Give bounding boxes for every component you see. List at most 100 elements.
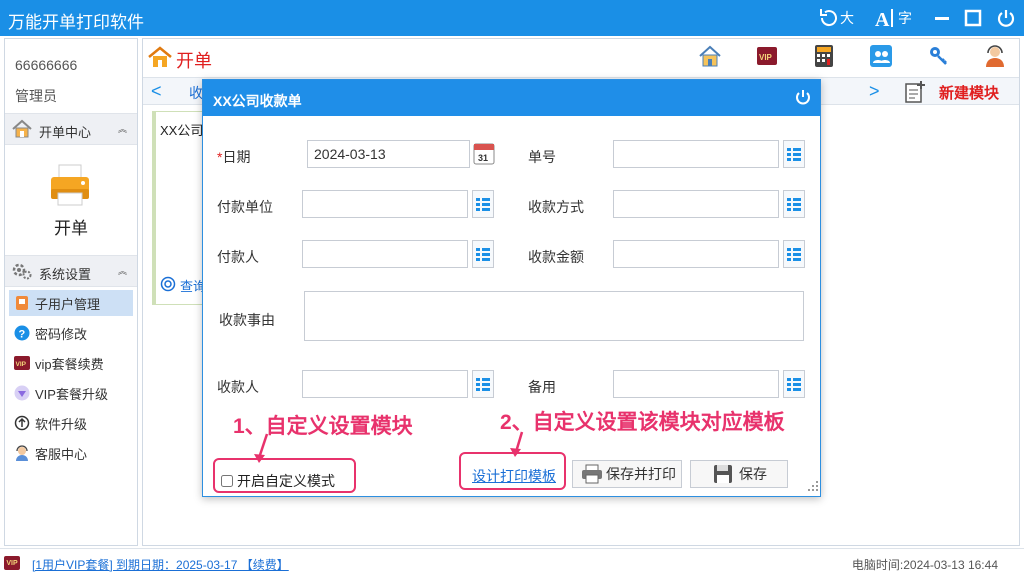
- number-picker-button[interactable]: [783, 140, 805, 168]
- list-icon: [476, 248, 490, 261]
- billing-item[interactable]: 开单: [5, 214, 137, 239]
- sidebar-item-service[interactable]: 客服中心: [9, 440, 133, 466]
- tab-next-icon[interactable]: >: [869, 81, 880, 102]
- section-system-settings[interactable]: 系统设置 ︽: [5, 255, 137, 287]
- sidebar-item-label: VIP套餐升级: [35, 386, 108, 402]
- reason-label: 收款事由: [219, 312, 275, 328]
- sidebar-item-label: 子用户管理: [35, 296, 101, 312]
- custom-mode-label: 开启自定义模式: [237, 473, 335, 489]
- list-icon: [476, 198, 490, 211]
- printer-icon[interactable]: [49, 163, 91, 207]
- user-key-icon[interactable]: [926, 44, 950, 68]
- reason-textarea[interactable]: [304, 291, 804, 341]
- save-button[interactable]: 保存: [690, 460, 788, 488]
- sidebar-item-vip-upgrade[interactable]: VIP套餐升级: [9, 380, 133, 406]
- list-icon: [787, 198, 801, 211]
- status-bar: VIP [1用户VIP套餐] 到期日期：2025-03-17 【续费】 电脑时间…: [0, 548, 1024, 576]
- sidebar-item-sub-user[interactable]: 子用户管理: [9, 290, 133, 316]
- maximize-button[interactable]: [964, 6, 982, 30]
- section-billing-center[interactable]: 开单中心 ︽: [5, 113, 137, 145]
- search-icon[interactable]: [160, 276, 176, 295]
- custom-mode-check[interactable]: [221, 475, 233, 487]
- amount-input[interactable]: [613, 240, 779, 268]
- floppy-icon: [714, 465, 732, 483]
- gear-icon: [11, 260, 33, 285]
- receiver-picker-button[interactable]: [472, 370, 494, 398]
- home-toolbar-icon[interactable]: [698, 44, 722, 68]
- svg-text:31: 31: [478, 153, 488, 163]
- design-template-link[interactable]: 设计打印模板: [472, 466, 556, 486]
- user-role: 管理员: [15, 88, 57, 104]
- title-bar: 万能开单打印软件 大 A 字: [0, 0, 1024, 36]
- sidebar-item-password[interactable]: ? 密码修改: [9, 320, 133, 346]
- user-id: 66666666: [15, 57, 78, 73]
- font-larger-button[interactable]: 大: [818, 6, 854, 30]
- template-card[interactable]: XX公司 查询: [152, 111, 207, 305]
- pay-method-label: 收款方式: [528, 199, 584, 215]
- app-title: 万能开单打印软件: [8, 13, 144, 32]
- section-settings-label: 系统设置: [39, 267, 92, 282]
- calculator-icon[interactable]: [812, 44, 836, 68]
- pay-method-picker-button[interactable]: [783, 190, 805, 218]
- computer-time: 电脑时间:2024-03-13 16:44: [851, 558, 998, 572]
- close-app-button[interactable]: [996, 6, 1016, 30]
- payer-unit-picker-button[interactable]: [472, 190, 494, 218]
- amount-picker-button[interactable]: [783, 240, 805, 268]
- vip-renew-link[interactable]: [1用户VIP套餐] 到期日期：2025-03-17 【续费】: [32, 556, 289, 573]
- save-print-button[interactable]: 保存并打印: [572, 460, 682, 488]
- tab-receipt-partial[interactable]: 收: [189, 83, 203, 103]
- sidebar-item-label: 密码修改: [35, 326, 88, 342]
- chevron-up-icon[interactable]: ︽: [118, 122, 127, 135]
- power-icon[interactable]: [794, 88, 812, 106]
- page-title: 开单: [176, 51, 212, 71]
- tab-prev-icon[interactable]: <: [151, 81, 162, 102]
- service-toolbar-icon[interactable]: [983, 44, 1007, 68]
- receiver-label: 收款人: [217, 379, 259, 395]
- list-icon: [787, 148, 801, 161]
- vip-toolbar-icon[interactable]: VIP: [755, 44, 779, 68]
- remark-label: 备用: [528, 379, 556, 395]
- minimize-button[interactable]: [934, 6, 950, 30]
- amount-label: 收款金额: [528, 249, 584, 265]
- custom-mode-checkbox[interactable]: 开启自定义模式: [221, 471, 335, 491]
- new-template-button[interactable]: 新建模块: [939, 82, 999, 103]
- payer-unit-input[interactable]: [302, 190, 468, 218]
- receiver-input[interactable]: [302, 370, 468, 398]
- svg-text:VIP: VIP: [759, 53, 773, 62]
- vip-icon: VIP: [13, 354, 31, 372]
- maximize-icon: [964, 9, 982, 27]
- list-icon: [476, 378, 490, 391]
- payer-input[interactable]: [302, 240, 468, 268]
- remark-input[interactable]: [613, 370, 779, 398]
- question-icon: ?: [13, 324, 31, 342]
- new-template-icon[interactable]: [903, 80, 927, 107]
- payer-label: 付款人: [217, 249, 259, 265]
- font-label: 字: [898, 10, 912, 26]
- template-card-title: XX公司: [160, 123, 204, 138]
- svg-text:A: A: [875, 9, 890, 29]
- font-icon: A: [875, 9, 893, 29]
- svg-text:VIP: VIP: [16, 361, 27, 368]
- printer-icon: [582, 464, 602, 484]
- vip-icon: VIP: [4, 556, 20, 570]
- receipt-dialog: XX公司收款单 *日期 31 单号 付款单位 收款方式 付款人 收款金额 收款事…: [202, 79, 821, 497]
- payer-picker-button[interactable]: [472, 240, 494, 268]
- home-icon: [147, 45, 173, 72]
- chevron-up-icon[interactable]: ︽: [118, 264, 127, 277]
- resize-grip-icon[interactable]: [807, 479, 819, 495]
- list-icon: [787, 248, 801, 261]
- sidebar-item-vip-renew[interactable]: VIP vip套餐续费: [9, 350, 133, 376]
- sidebar-item-label: 软件升级: [35, 416, 88, 432]
- number-input[interactable]: [613, 140, 779, 168]
- remark-picker-button[interactable]: [783, 370, 805, 398]
- sidebar-item-software-upgrade[interactable]: 软件升级: [9, 410, 133, 436]
- list-icon: [787, 378, 801, 391]
- users-icon[interactable]: [869, 44, 893, 68]
- date-input[interactable]: [307, 140, 470, 168]
- pay-method-input[interactable]: [613, 190, 779, 218]
- upgrade-icon: [13, 414, 31, 432]
- calendar-icon[interactable]: 31: [473, 141, 495, 168]
- annotation-2: 2、自定义设置该模块对应模板: [500, 411, 785, 434]
- font-setting-button[interactable]: A 字: [874, 6, 912, 30]
- page-header: 开单 VIP: [143, 39, 1019, 75]
